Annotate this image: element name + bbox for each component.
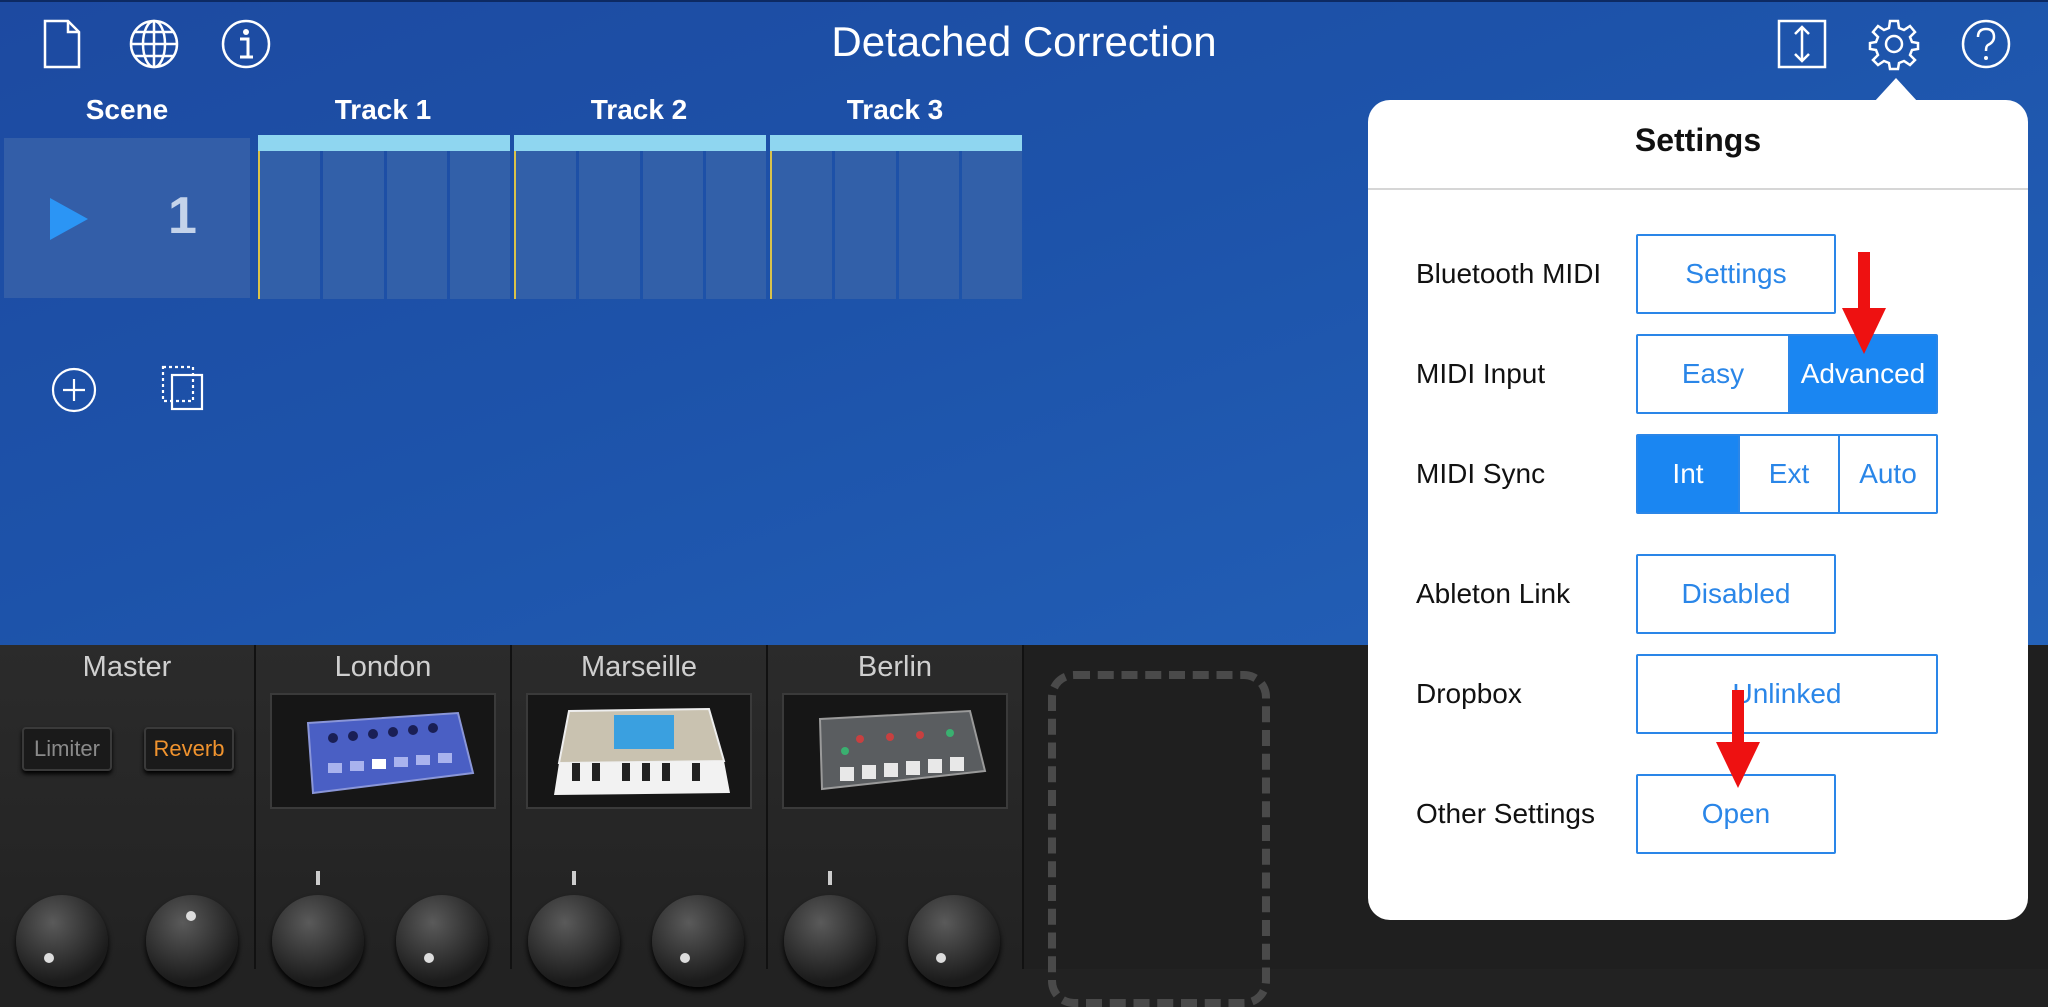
track-3-grid[interactable] (770, 151, 1022, 299)
berlin-knob-1[interactable] (784, 895, 876, 987)
marseille-knob-1[interactable] (528, 895, 620, 987)
add-scene-icon[interactable] (50, 366, 98, 414)
midi-input-label: MIDI Input (1416, 358, 1546, 389)
master-knob-2[interactable] (146, 895, 238, 987)
help-button[interactable] (1960, 18, 2012, 70)
ableton-link-control: Disabled (1636, 554, 1836, 634)
track-3-clips[interactable] (770, 135, 1022, 299)
berlin-instrument-thumbnail[interactable] (782, 693, 1008, 809)
dropbox-control: Unlinked (1636, 654, 1938, 734)
berlin-knob-tick (828, 871, 832, 885)
popover-arrow (1874, 78, 1918, 102)
midi-sync-segmented-control: Int Ext Auto (1636, 434, 1938, 514)
settings-button[interactable] (1866, 16, 1922, 72)
keyboard-synth-image (554, 707, 730, 795)
dropbox-label: Dropbox (1416, 678, 1522, 709)
play-icon[interactable] (48, 196, 90, 242)
track-2-header[interactable]: Track 2 (514, 94, 764, 126)
project-title: Detached Correction (831, 18, 1217, 65)
scene-number: 1 (168, 187, 197, 245)
track-2-bar (514, 135, 766, 151)
track-1-header[interactable]: Track 1 (258, 94, 508, 126)
ableton-link-label: Ableton Link (1416, 578, 1571, 609)
midi-sync-ext[interactable]: Ext (1738, 436, 1838, 512)
track-2-grid[interactable] (514, 151, 766, 299)
ableton-link-button[interactable]: Disabled (1638, 556, 1834, 632)
annotation-arrow-advanced (1842, 252, 1886, 354)
settings-title: Settings (1634, 122, 1762, 158)
resize-icon (1777, 19, 1827, 69)
midi-sync-label: MIDI Sync (1416, 458, 1546, 489)
bluetooth-midi-settings-button[interactable]: Settings (1638, 236, 1834, 312)
scene-column-header: Scene (85, 94, 169, 125)
reverb-button[interactable]: Reverb (144, 727, 234, 771)
track-1-bar (258, 135, 510, 151)
london-knob-2[interactable] (396, 895, 488, 987)
london-knob-tick (316, 871, 320, 885)
midi-sync-auto[interactable]: Auto (1838, 436, 1936, 512)
gear-icon (1868, 19, 1920, 71)
marseille-knob-2[interactable] (652, 895, 744, 987)
master-strip: Master Limiter Reverb (0, 645, 256, 987)
track-1-grid[interactable] (258, 151, 510, 299)
master-knob-1[interactable] (16, 895, 108, 987)
marseille-strip: Marseille (512, 645, 768, 987)
top-border (0, 0, 2048, 2)
limiter-button[interactable]: Limiter (22, 727, 112, 771)
settings-popover: Settings Bluetooth MIDI Settings MIDI In… (1368, 100, 2028, 920)
marseille-instrument-thumbnail[interactable] (526, 693, 752, 809)
london-strip: London (256, 645, 512, 987)
settings-separator (1368, 188, 2028, 190)
resize-button[interactable] (1776, 18, 1828, 70)
london-instrument-thumbnail[interactable] (270, 693, 496, 809)
london-knob-1[interactable] (272, 895, 364, 987)
bluetooth-midi-control: Settings (1636, 234, 1836, 314)
berlin-strip: Berlin (768, 645, 1024, 987)
scene-row-1[interactable] (4, 138, 250, 298)
track-3-header[interactable]: Track 3 (770, 94, 1020, 126)
midi-input-easy[interactable]: Easy (1638, 336, 1788, 412)
london-name: London (334, 651, 432, 683)
bluetooth-midi-label: Bluetooth MIDI (1416, 258, 1602, 289)
dropbox-button[interactable]: Unlinked (1638, 656, 1936, 732)
help-icon (1961, 19, 2011, 69)
marseille-name: Marseille (580, 651, 698, 683)
midi-sync-int[interactable]: Int (1638, 436, 1738, 512)
berlin-name: Berlin (857, 651, 933, 683)
marseille-knob-tick (572, 871, 576, 885)
midi-input-segmented-control: Easy Advanced (1636, 334, 1938, 414)
add-channel-placeholder[interactable] (1048, 671, 1270, 1007)
duplicate-scene-icon[interactable] (160, 364, 206, 412)
synth-image (306, 711, 475, 795)
modular-synth-image (818, 709, 987, 791)
annotation-arrow-open (1716, 690, 1760, 788)
track-2-clips[interactable] (514, 135, 766, 299)
berlin-knob-2[interactable] (908, 895, 1000, 987)
track-3-bar (770, 135, 1022, 151)
other-settings-label: Other Settings (1416, 798, 1595, 829)
master-name: Master (82, 651, 172, 683)
track-1-clips[interactable] (258, 135, 510, 299)
